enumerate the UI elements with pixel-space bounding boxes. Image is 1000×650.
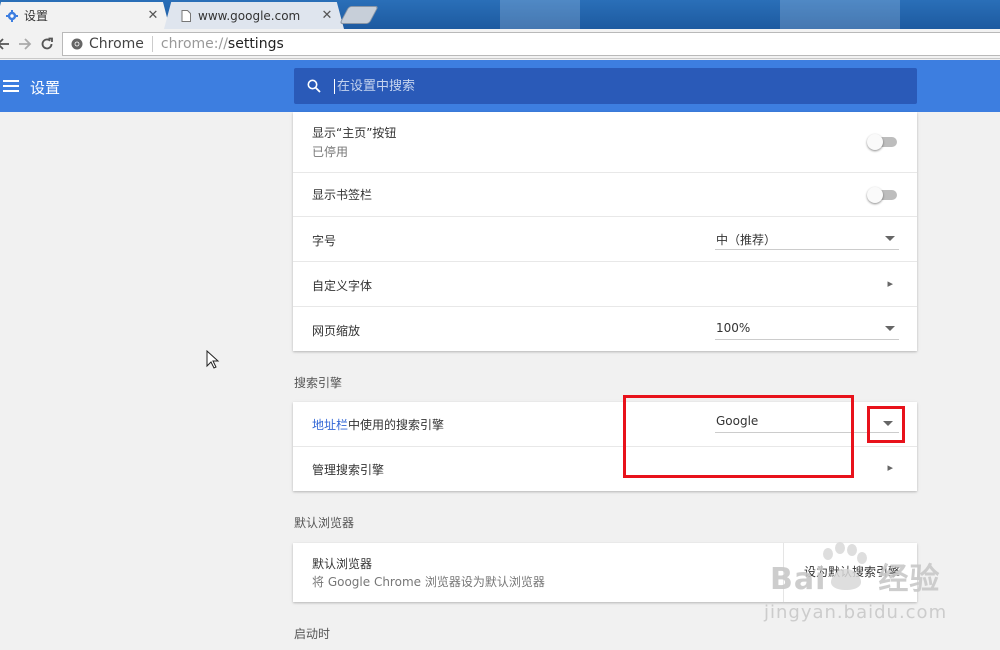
gear-icon	[6, 9, 18, 22]
watermark-url: jingyan.baidu.com	[764, 602, 948, 623]
menu-icon[interactable]	[3, 80, 19, 93]
row-label: 网页缩放	[312, 324, 361, 338]
settings-header: 设置	[0, 60, 1000, 112]
row-label: 地址栏中使用的搜索引擎	[312, 418, 445, 432]
tab-label: www.google.com	[198, 8, 301, 23]
section-title-default-browser: 默认浏览器	[294, 516, 355, 530]
chevron-down-icon	[885, 236, 895, 241]
chrome-icon	[71, 38, 83, 50]
row-sublabel: 将 Google Chrome 浏览器设为默认浏览器	[312, 575, 545, 589]
page-icon	[180, 9, 192, 22]
font-size-row: 字号 中（推荐）	[293, 216, 917, 261]
row-label: 默认浏览器	[312, 557, 373, 571]
close-icon[interactable]: ✕	[146, 8, 160, 23]
row-label: 显示“主页”按钮	[312, 126, 397, 140]
baidu-watermark: Bai 经验 jingyan.baidu.com	[764, 540, 1000, 630]
reload-icon[interactable]	[36, 33, 58, 55]
close-icon[interactable]: ✕	[320, 8, 334, 23]
tab-strip: 设置 ✕ www.google.com ✕	[0, 0, 1000, 29]
background-blur	[500, 0, 580, 29]
show-bookmarks-bar-row[interactable]: 显示书签栏	[293, 172, 917, 216]
row-sublabel: 已停用	[312, 145, 349, 159]
url-text: chrome://settings	[160, 36, 284, 52]
omnibox-link[interactable]: 地址栏	[312, 418, 348, 432]
row-label: 自定义字体	[312, 279, 373, 293]
search-icon	[294, 79, 334, 93]
select-value: 100%	[716, 321, 751, 335]
watermark-brand: Bai 经验	[770, 562, 941, 597]
bookmarks-bar-toggle[interactable]	[867, 187, 897, 203]
show-home-button-row[interactable]: 显示“主页”按钮 已停用	[293, 112, 917, 172]
page-title: 设置	[30, 79, 61, 97]
back-arrow-icon[interactable]	[0, 33, 14, 55]
row-label: 管理搜索引擎	[312, 463, 385, 477]
chevron-right-icon: ▸	[887, 461, 893, 474]
page-zoom-row: 网页缩放 100%	[293, 306, 917, 351]
tab-google[interactable]: www.google.com ✕	[164, 2, 344, 29]
row-label: 字号	[312, 234, 337, 248]
tab-settings[interactable]: 设置 ✕	[0, 2, 170, 29]
forward-arrow-icon[interactable]	[14, 33, 36, 55]
appearance-card: 显示“主页”按钮 已停用 显示书签栏 字号 中（推荐） 自定义字体 ▸ 网页缩放…	[293, 112, 917, 351]
page-zoom-select[interactable]: 100%	[715, 318, 899, 340]
annotation-box	[867, 406, 905, 443]
search-input[interactable]	[334, 78, 894, 94]
select-value: 中（推荐）	[716, 233, 777, 247]
address-bar[interactable]: Chrome chrome://settings	[62, 32, 1000, 56]
home-button-toggle[interactable]	[867, 134, 897, 150]
settings-search[interactable]	[294, 68, 917, 104]
tab-label: 设置	[24, 9, 49, 23]
section-title-on-startup: 启动时	[294, 627, 331, 641]
row-label: 显示书签栏	[312, 188, 373, 202]
font-size-select[interactable]: 中（推荐）	[715, 228, 899, 250]
chevron-right-icon: ▸	[887, 277, 893, 290]
mouse-cursor-icon	[206, 350, 220, 369]
new-tab-button[interactable]	[339, 6, 379, 24]
site-chip-label: Chrome	[89, 36, 144, 52]
chevron-down-icon	[885, 326, 895, 331]
custom-fonts-row[interactable]: 自定义字体 ▸	[293, 261, 917, 306]
annotation-box	[623, 395, 854, 478]
section-title-search-engine: 搜索引擎	[294, 376, 343, 390]
browser-toolbar: Chrome chrome://settings	[0, 29, 1000, 59]
background-blur	[780, 0, 900, 29]
site-chip[interactable]: Chrome	[63, 36, 153, 52]
